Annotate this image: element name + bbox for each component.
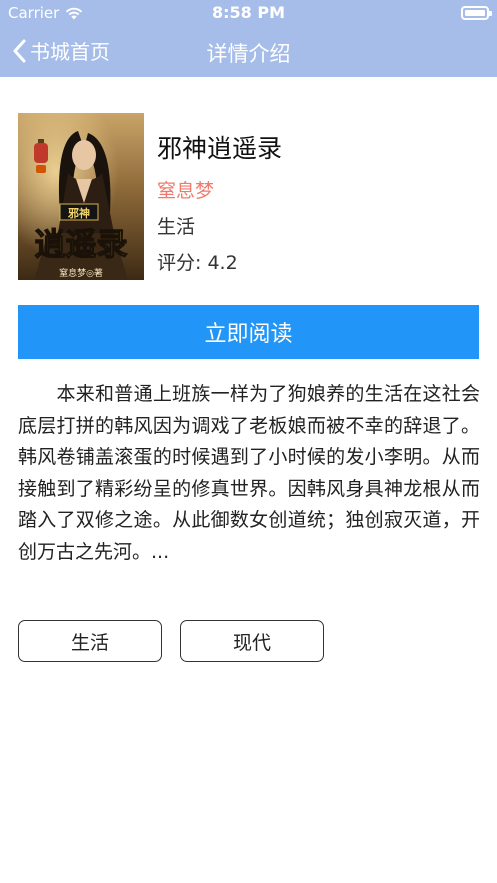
book-description: 本来和普通上班族一样为了狗娘养的生活在这社会底层打拼的韩风因为调戏了老板娘而被不… [18,379,480,568]
page-title: 详情介绍 [206,42,291,66]
book-cover-image: 邪神 逍遥录 窒息梦◎著 [18,113,144,280]
top-bar: Carrier 8:58 PM 书城首页 详情介绍 [0,0,497,77]
book-author[interactable]: 窒息梦 [157,176,214,203]
tag-button[interactable]: 生活 [18,620,162,662]
cover-main-text: 逍遥录 [35,227,128,263]
book-title: 邪神逍遥录 [157,134,283,163]
status-time: 8:58 PM [211,3,285,22]
cover-top-text: 邪神 [67,206,90,220]
status-bar: Carrier 8:58 PM [0,0,497,28]
book-genre: 生活 [157,216,196,238]
book-rating: 评分: 4.2 [157,252,238,274]
tag-list: 生活 现代 [18,620,324,662]
cover-author-text: 窒息梦◎著 [59,267,103,279]
battery-icon [461,6,492,20]
navigation-bar: 书城首页 详情介绍 [0,28,497,77]
cover-artwork: 邪神 逍遥录 窒息梦◎著 [18,113,144,280]
description-text: 本来和普通上班族一样为了狗娘养的生活在这社会底层打拼的韩风因为调戏了老板娘而被不… [18,383,480,563]
read-now-button[interactable]: 立即阅读 [18,305,479,359]
tag-button[interactable]: 现代 [180,620,324,662]
